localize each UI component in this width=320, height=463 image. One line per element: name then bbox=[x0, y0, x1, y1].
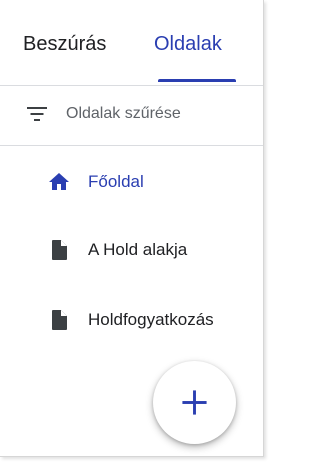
document-icon bbox=[52, 310, 67, 330]
divider bbox=[0, 145, 263, 146]
page-item-label: A Hold alakja bbox=[88, 240, 188, 259]
tab-insert[interactable]: Beszúrás bbox=[23, 32, 106, 56]
tab-pages[interactable]: Oldalak bbox=[154, 32, 222, 56]
filter-list-icon bbox=[27, 107, 47, 121]
page-item-home[interactable]: Főoldal bbox=[0, 162, 263, 202]
home-icon bbox=[49, 173, 69, 190]
tab-bar: Beszúrás Oldalak bbox=[0, 0, 263, 85]
add-page-button[interactable] bbox=[153, 361, 236, 444]
page-item-holdfogyatkozas[interactable]: Holdfogyatkozás bbox=[0, 300, 263, 340]
page-item-label: Holdfogyatkozás bbox=[88, 310, 214, 329]
page-item-a-hold-alakja[interactable]: A Hold alakja bbox=[0, 230, 263, 270]
pages-panel: Beszúrás Oldalak Oldalak szűrése Főoldal… bbox=[0, 0, 264, 457]
filter-pages-input[interactable]: Oldalak szűrése bbox=[0, 86, 263, 145]
document-icon bbox=[52, 240, 67, 260]
active-tab-indicator bbox=[158, 79, 236, 82]
page-item-label: Főoldal bbox=[88, 172, 144, 191]
plus-icon bbox=[182, 390, 207, 415]
filter-placeholder: Oldalak szűrése bbox=[66, 105, 181, 122]
